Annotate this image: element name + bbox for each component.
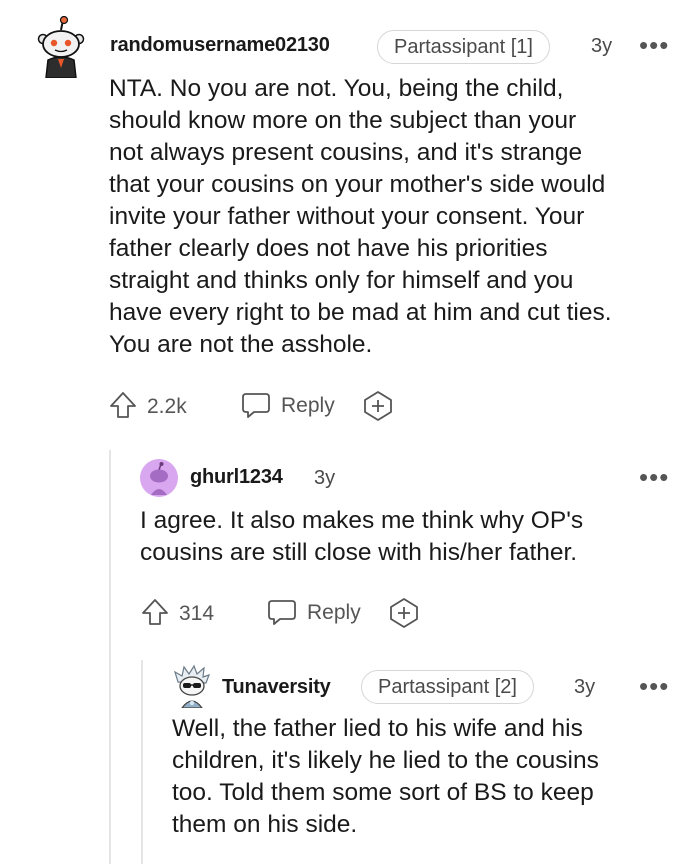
award-plus-icon[interactable] bbox=[388, 597, 420, 629]
user-flair: Partassipant [1] bbox=[377, 30, 550, 64]
reply-label[interactable]: Reply bbox=[281, 394, 335, 418]
upvote-icon[interactable] bbox=[140, 597, 170, 627]
more-options-icon[interactable]: ••• bbox=[639, 673, 669, 699]
upvote-icon[interactable] bbox=[108, 390, 138, 420]
comment-age: 3y bbox=[574, 676, 596, 698]
comment-author[interactable]: ghurl1234 bbox=[190, 466, 283, 489]
comment-author[interactable]: randomusername02130 bbox=[110, 34, 330, 57]
thread-line[interactable] bbox=[109, 450, 111, 864]
comment-body: I agree. It also makes me think why OP's… bbox=[140, 507, 584, 566]
snoo-avatar-icon[interactable] bbox=[172, 664, 212, 708]
award-plus-icon[interactable] bbox=[362, 390, 394, 422]
reply-label[interactable]: Reply bbox=[307, 601, 361, 625]
comment-bubble-icon[interactable] bbox=[240, 390, 272, 420]
comment-body: Well, the father lied to his wife and hi… bbox=[172, 715, 599, 838]
more-options-icon[interactable]: ••• bbox=[639, 32, 669, 58]
more-options-icon[interactable]: ••• bbox=[639, 464, 669, 490]
comment-age: 3y bbox=[591, 35, 613, 57]
comment-age: 3y bbox=[314, 467, 336, 489]
user-flair: Partassipant [2] bbox=[361, 670, 534, 704]
comment-bubble-icon[interactable] bbox=[266, 597, 298, 627]
upvote-count: 2.2k bbox=[147, 395, 187, 418]
comment-author[interactable]: Tunaversity bbox=[222, 676, 331, 699]
thread-line[interactable] bbox=[141, 660, 143, 864]
comment-body: NTA. No you are not. You, being the chil… bbox=[109, 75, 612, 358]
snoo-avatar-icon[interactable] bbox=[36, 16, 86, 78]
snoo-avatar-icon[interactable] bbox=[140, 459, 178, 497]
upvote-count: 314 bbox=[179, 602, 215, 625]
